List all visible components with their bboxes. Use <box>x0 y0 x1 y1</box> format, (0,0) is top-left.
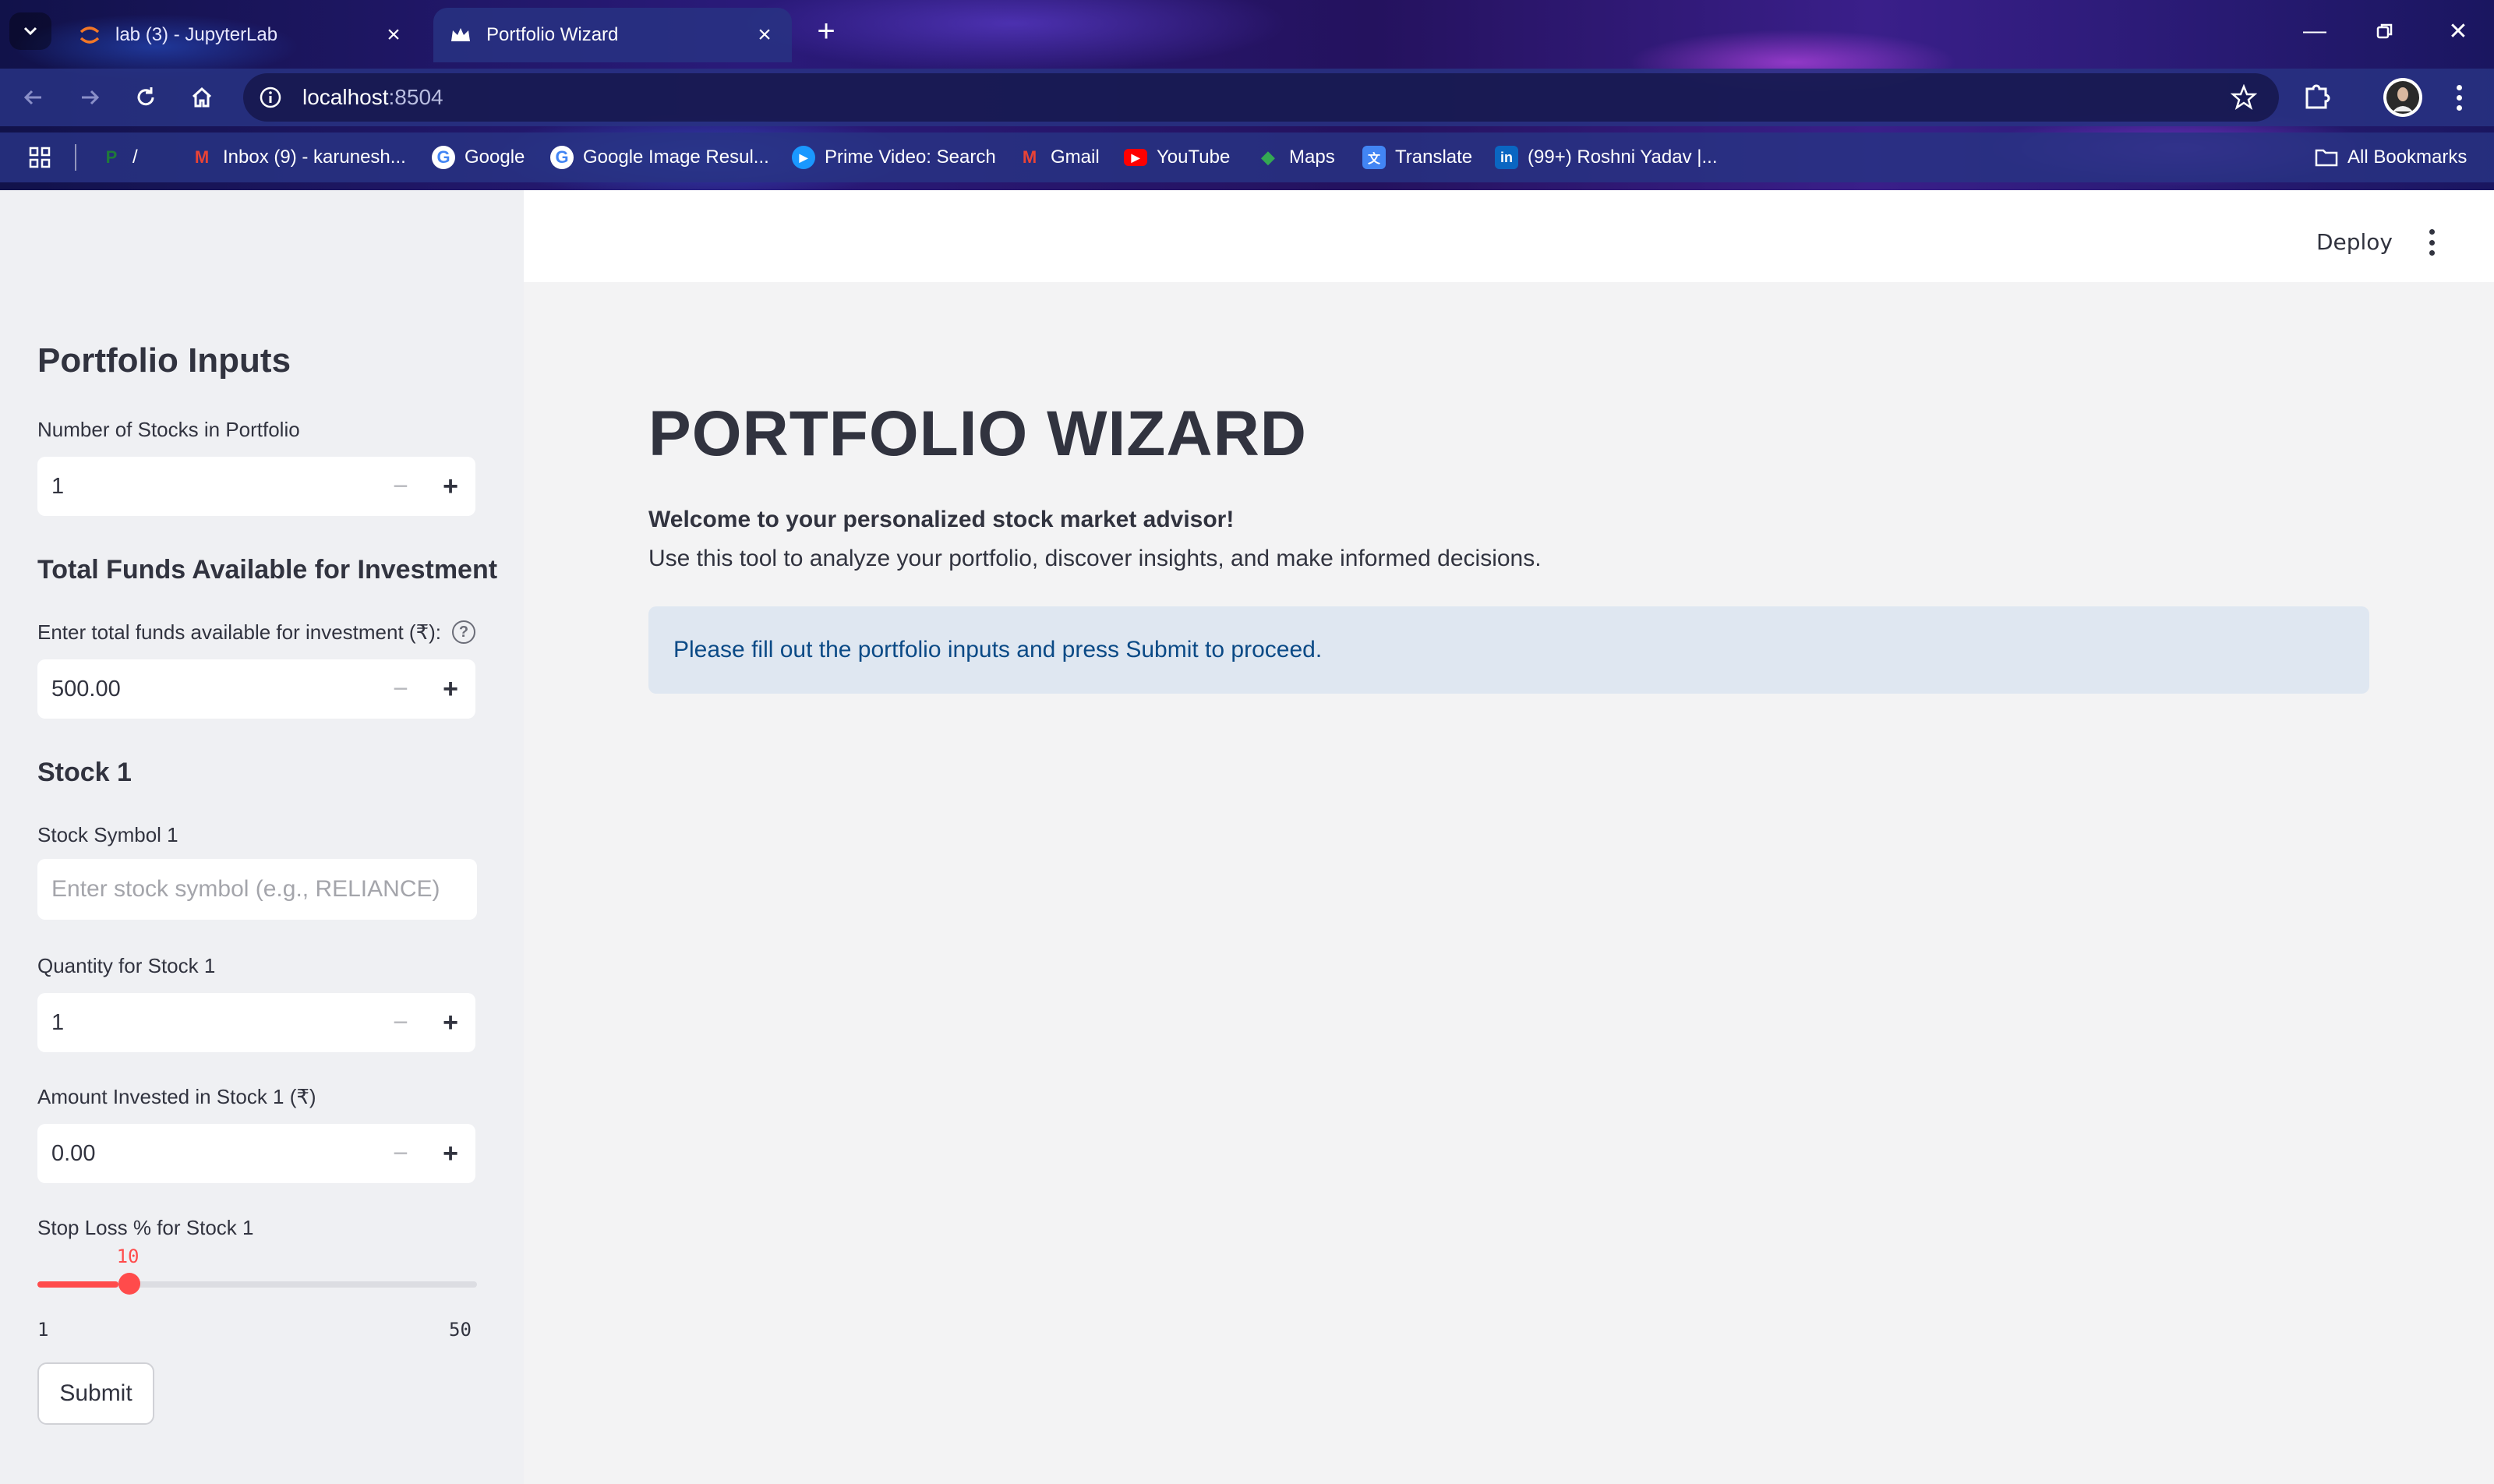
quantity-input[interactable]: 1 − + <box>37 993 475 1052</box>
info-alert: Please fill out the portfolio inputs and… <box>648 606 2369 694</box>
help-icon[interactable]: ? <box>452 620 475 644</box>
main-menu-icon[interactable] <box>2424 229 2439 256</box>
slider-fill <box>37 1281 118 1288</box>
num-stocks-label: Number of Stocks in Portfolio <box>37 418 300 441</box>
funds-label: Enter total funds available for investme… <box>37 620 442 644</box>
home-icon[interactable] <box>182 78 221 117</box>
slider-min: 1 <box>37 1319 49 1341</box>
window-close-icon[interactable]: ✕ <box>2427 8 2489 55</box>
app-header: Deploy <box>524 190 2494 282</box>
app-viewport: Portfolio Inputs Number of Stocks in Por… <box>0 190 2494 1484</box>
browser-toolbar: localhost:8504 <box>0 69 2494 126</box>
quantity-label: Quantity for Stock 1 <box>37 954 216 977</box>
avatar-icon <box>2386 81 2419 114</box>
gmail-icon: M <box>1022 147 1037 167</box>
pinterest-icon: P <box>105 147 118 167</box>
increment-button[interactable]: + <box>426 1008 475 1038</box>
amount-input[interactable]: 0.00 − + <box>37 1124 475 1183</box>
bookmarks-bar: P / M Inbox (9) - karunesh... G Google G… <box>0 132 2494 182</box>
decrement-button[interactable]: − <box>376 472 426 502</box>
tab-jupyterlab[interactable]: lab (3) - JupyterLab × <box>62 8 421 62</box>
minimize-icon[interactable]: — <box>2284 8 2346 55</box>
folder-icon <box>2315 146 2338 169</box>
youtube-icon: ▶ <box>1124 149 1147 166</box>
restore-icon[interactable] <box>2354 8 2416 55</box>
apps-grid-icon[interactable] <box>28 142 51 173</box>
browser-chrome: lab (3) - JupyterLab × Portfolio Wizard … <box>0 0 2494 190</box>
forward-icon[interactable] <box>70 78 109 117</box>
prime-video-icon: ▶ <box>792 146 815 169</box>
description-text: Use this tool to analyze your portfolio,… <box>648 546 1542 571</box>
bookmark-item[interactable]: G Google Image Resul... <box>550 142 769 173</box>
num-stocks-input[interactable]: 1 − + <box>37 457 475 516</box>
back-icon[interactable] <box>14 78 53 117</box>
translate-icon: 文 <box>1362 146 1386 169</box>
bookmark-item[interactable]: M Gmail <box>1018 142 1100 173</box>
sidebar: Portfolio Inputs Number of Stocks in Por… <box>0 190 524 1484</box>
bookmark-item[interactable]: P / <box>100 142 138 173</box>
url-text: localhost:8504 <box>302 85 443 109</box>
bookmark-item[interactable]: M Inbox (9) - karunesh... <box>190 142 406 173</box>
quantity-value[interactable]: 1 <box>37 1010 376 1036</box>
increment-button[interactable]: + <box>426 674 475 705</box>
maps-icon: ◆ <box>1261 147 1275 167</box>
amount-label: Amount Invested in Stock 1 (₹) <box>37 1085 316 1108</box>
bookmark-item[interactable]: 文 Translate <box>1362 142 1472 173</box>
stock-heading: Stock 1 <box>37 758 132 787</box>
funds-input[interactable]: 500.00 − + <box>37 659 475 719</box>
increment-button[interactable]: + <box>426 472 475 502</box>
bookmark-item[interactable]: ▶ Prime Video: Search <box>792 142 996 173</box>
symbol-label: Stock Symbol 1 <box>37 823 178 846</box>
stoploss-label: Stop Loss % for Stock 1 <box>37 1216 254 1239</box>
google-icon: G <box>550 146 574 169</box>
crown-icon <box>449 23 472 47</box>
browser-menu-icon[interactable] <box>2447 78 2471 117</box>
profile-avatar[interactable] <box>2383 78 2422 117</box>
num-stocks-value[interactable]: 1 <box>37 474 376 500</box>
reload-icon[interactable] <box>126 78 165 117</box>
page-title: PORTFOLIO WIZARD <box>648 398 1308 469</box>
address-bar[interactable]: localhost:8504 <box>243 73 2279 122</box>
tab-title: Portfolio Wizard <box>486 24 619 45</box>
extensions-icon[interactable] <box>2301 78 2335 116</box>
linkedin-icon: in <box>1495 146 1518 169</box>
funds-value[interactable]: 500.00 <box>37 677 376 702</box>
decrement-button[interactable]: − <box>376 1139 426 1169</box>
bookmark-item[interactable]: ▶ YouTube <box>1124 142 1230 173</box>
close-icon[interactable]: × <box>382 22 405 48</box>
stoploss-slider[interactable] <box>37 1273 477 1295</box>
decrement-button[interactable]: − <box>376 674 426 705</box>
bookmark-item[interactable]: G Google <box>432 142 525 173</box>
bookmark-star-icon[interactable] <box>2231 84 2257 111</box>
increment-button[interactable]: + <box>426 1139 475 1169</box>
site-info-icon[interactable] <box>259 86 282 109</box>
new-tab-button[interactable]: + <box>811 12 842 50</box>
google-icon: G <box>432 146 455 169</box>
deploy-button[interactable]: Deploy <box>2316 229 2393 255</box>
chevron-down-icon <box>23 26 37 36</box>
gmail-icon: M <box>194 147 210 167</box>
slider-max: 50 <box>449 1319 472 1341</box>
slider-value: 10 <box>116 1246 140 1267</box>
tab-portfolio-wizard[interactable]: Portfolio Wizard × <box>433 8 792 62</box>
welcome-text: Welcome to your personalized stock marke… <box>648 507 1235 532</box>
tab-strip: lab (3) - JupyterLab × Portfolio Wizard … <box>0 0 2494 62</box>
close-icon[interactable]: × <box>753 22 776 48</box>
all-bookmarks[interactable]: All Bookmarks <box>2315 142 2467 173</box>
sidebar-title: Portfolio Inputs <box>37 341 291 380</box>
info-alert-text: Please fill out the portfolio inputs and… <box>673 637 1323 662</box>
tab-title: lab (3) - JupyterLab <box>115 24 278 45</box>
amount-value[interactable]: 0.00 <box>37 1141 376 1167</box>
slider-thumb[interactable] <box>118 1273 140 1295</box>
stock-symbol-input[interactable] <box>37 859 477 920</box>
submit-button[interactable]: Submit <box>37 1362 154 1425</box>
bookmark-item[interactable]: in (99+) Roshni Yadav |... <box>1495 142 1717 173</box>
tab-search-button[interactable] <box>9 12 51 50</box>
decrement-button[interactable]: − <box>376 1008 426 1038</box>
bookmark-divider <box>75 144 76 171</box>
funds-heading: Total Funds Available for Investment <box>37 555 498 585</box>
bookmark-item[interactable]: ◆ Maps <box>1256 142 1335 173</box>
jupyter-icon <box>78 23 101 47</box>
